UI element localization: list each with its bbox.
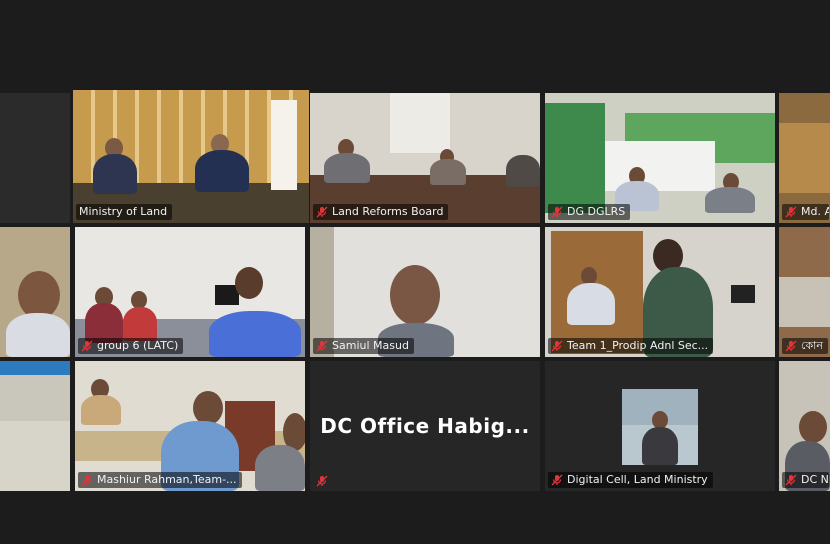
participant-name: group 6 (LATC): [97, 339, 179, 352]
participant-display-name: DC Office Habig...: [320, 414, 530, 438]
participant-name-tag: group 6 (LATC): [78, 338, 184, 354]
participant-name-tag: Samiul Masud: [313, 338, 414, 354]
participant-name-tag: DG DGLRS: [548, 204, 631, 220]
participant-name-tag: [313, 474, 333, 488]
mic-muted-icon: [316, 206, 328, 218]
participant-name-tag: Land Reforms Board: [313, 204, 449, 220]
participant-name: Team 1_Prodip Adnl Sec...: [567, 339, 709, 352]
participant-tile-bengali-name[interactable]: কোন: [779, 227, 830, 357]
mic-muted-icon: [81, 474, 93, 486]
participant-tile-md-a[interactable]: Md. A: [779, 93, 830, 223]
participant-name: Land Reforms Board: [332, 205, 444, 218]
mic-muted-icon: [785, 206, 797, 218]
mic-muted-icon: [81, 340, 93, 352]
participant-tile-group-6-latc[interactable]: group 6 (LATC): [75, 227, 305, 357]
mic-muted-icon: [316, 475, 328, 487]
profile-picture: [622, 389, 698, 465]
participant-name: কোন: [801, 339, 823, 352]
participant-tile-ministry-of-land[interactable]: Ministry of Land: [73, 90, 309, 223]
video-feed: [0, 227, 70, 357]
participant-name: DG DGLRS: [567, 205, 626, 218]
participant-tile-dc-office-habiganj[interactable]: DC Office Habig...: [310, 361, 540, 491]
participant-tile-team-1-prodip[interactable]: Team 1_Prodip Adnl Sec...: [545, 227, 775, 357]
participant-name: Ministry of Land: [79, 205, 168, 218]
mic-muted-icon: [551, 340, 563, 352]
participant-name: DC N: [801, 473, 829, 486]
participant-tile-dg-dglrs[interactable]: DG DGLRS: [545, 93, 775, 223]
mic-muted-icon: [785, 474, 797, 486]
participant-tile-dc-n[interactable]: DC N: [779, 361, 830, 491]
participant-tile-mashiur-rahman[interactable]: Mashiur Rahman,Team-...: [75, 361, 305, 491]
participant-name: Samiul Masud: [332, 339, 409, 352]
participant-tile-samiul-masud[interactable]: Samiul Masud: [310, 227, 540, 357]
participant-tile-edge-left-2[interactable]: [0, 227, 70, 357]
participant-tile-edge-left-3[interactable]: [0, 361, 70, 491]
participant-name-tag: DC N: [782, 472, 829, 488]
video-feed: [0, 361, 70, 491]
participant-name-tag: Digital Cell, Land Ministry: [548, 472, 713, 488]
participant-tile-edge-left-1[interactable]: [0, 93, 70, 223]
participant-name-tag: Ministry of Land: [76, 204, 173, 220]
participant-name: Digital Cell, Land Ministry: [567, 473, 708, 486]
participant-name-tag: Team 1_Prodip Adnl Sec...: [548, 338, 714, 354]
participant-tile-digital-cell[interactable]: Digital Cell, Land Ministry: [545, 361, 775, 491]
participant-name: Mashiur Rahman,Team-...: [97, 473, 237, 486]
participant-name-tag: কোন: [782, 338, 828, 354]
mic-muted-icon: [551, 206, 563, 218]
participant-name: Md. A: [801, 205, 829, 218]
mic-muted-icon: [551, 474, 563, 486]
participant-name-tag: Mashiur Rahman,Team-...: [78, 472, 242, 488]
participant-name-tag: Md. A: [782, 204, 829, 220]
mic-muted-icon: [316, 340, 328, 352]
video-grid: Ministry of Land Land Reforms Board DG D…: [0, 0, 830, 544]
mic-muted-icon: [785, 340, 797, 352]
participant-tile-land-reforms-board[interactable]: Land Reforms Board: [310, 93, 540, 223]
